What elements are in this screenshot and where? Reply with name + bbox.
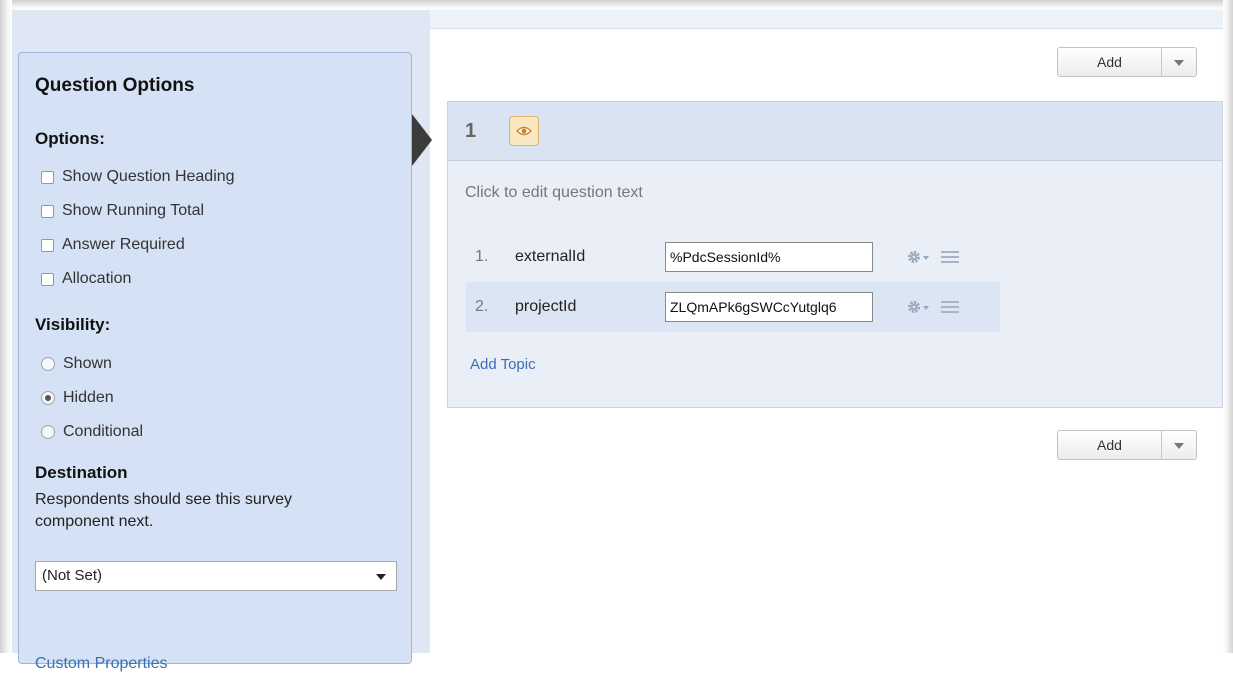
topic-index: 2. (475, 298, 489, 315)
allocation-checkbox[interactable]: Allocation (41, 268, 131, 290)
radio-button[interactable] (41, 357, 55, 371)
gear-icon[interactable] (907, 299, 931, 315)
checkbox-label: Answer Required (62, 236, 185, 253)
checkbox-label: Show Running Total (62, 202, 205, 219)
destination-select[interactable]: (Not Set) (35, 561, 397, 591)
show-running-total-checkbox[interactable]: Show Running Total (41, 200, 204, 222)
chevron-down-icon[interactable] (1161, 431, 1196, 459)
radio-label: Conditional (63, 423, 144, 440)
topic-value-input[interactable]: %PdcSessionId% (665, 242, 873, 272)
pointer-arrow-icon (412, 114, 432, 166)
destination-description: Respondents should see this survey compo… (35, 491, 293, 530)
eye-icon[interactable] (509, 116, 539, 146)
options-heading: Options: (35, 129, 105, 148)
add-button-label: Add (1097, 437, 1122, 453)
visibility-shown-radio[interactable]: Shown (41, 353, 112, 375)
add-topic-link[interactable]: Add Topic (470, 356, 536, 373)
topic-name[interactable]: projectId (505, 298, 665, 316)
add-button-top[interactable]: Add (1057, 47, 1197, 77)
topic-value-input[interactable]: ZLQmAPk6gSWCcYutglq6 (665, 292, 873, 322)
radio-label: Shown (63, 355, 112, 372)
custom-properties-link[interactable]: Custom Properties (35, 655, 168, 673)
chevron-down-icon[interactable] (1161, 48, 1196, 76)
checkbox-box[interactable] (41, 204, 54, 218)
frame-shadow (1223, 0, 1233, 653)
topic-name[interactable]: externalId (505, 248, 665, 266)
visibility-hidden-radio[interactable]: Hidden (41, 387, 114, 409)
drag-handle-icon[interactable] (941, 250, 959, 264)
answer-required-checkbox[interactable]: Answer Required (41, 234, 185, 256)
radio-button[interactable] (41, 391, 55, 405)
chevron-down-icon (376, 574, 386, 580)
visibility-conditional-radio[interactable]: Conditional (41, 421, 143, 443)
question-number: 1 (465, 120, 477, 142)
checkbox-label: Show Question Heading (62, 168, 235, 185)
drag-handle-icon[interactable] (941, 300, 959, 314)
topic-row: 2. projectId ZLQmAPk6gSWCcYutglq6 (466, 282, 1000, 332)
gear-icon[interactable] (907, 249, 931, 265)
checkbox-label: Allocation (62, 270, 132, 287)
checkbox-box[interactable] (41, 238, 54, 252)
destination-heading: Destination (35, 463, 128, 482)
question-block: 1 Click to edit question text 1. externa… (447, 101, 1223, 408)
checkbox-box[interactable] (41, 170, 54, 184)
topic-row: 1. externalId %PdcSessionId% (466, 232, 1000, 282)
question-header: 1 (448, 102, 1222, 161)
frame-shadow (0, 0, 12, 653)
radio-button[interactable] (41, 425, 55, 439)
main-top-strip (430, 10, 1223, 29)
destination-value: (Not Set) (42, 567, 103, 584)
question-text[interactable]: Click to edit question text (465, 184, 643, 202)
question-options-panel: Question Options Options: Show Question … (18, 52, 412, 672)
checkbox-box[interactable] (41, 272, 54, 286)
frame-shadow (0, 0, 1233, 10)
panel-title: Question Options (35, 75, 195, 96)
radio-label: Hidden (63, 389, 114, 406)
add-button-bottom[interactable]: Add (1057, 430, 1197, 460)
show-question-heading-checkbox[interactable]: Show Question Heading (41, 166, 235, 188)
app-frame: Question Options Options: Show Question … (0, 0, 1233, 672)
topic-index: 1. (475, 248, 489, 265)
add-button-label: Add (1097, 54, 1122, 70)
visibility-heading: Visibility: (35, 315, 111, 334)
